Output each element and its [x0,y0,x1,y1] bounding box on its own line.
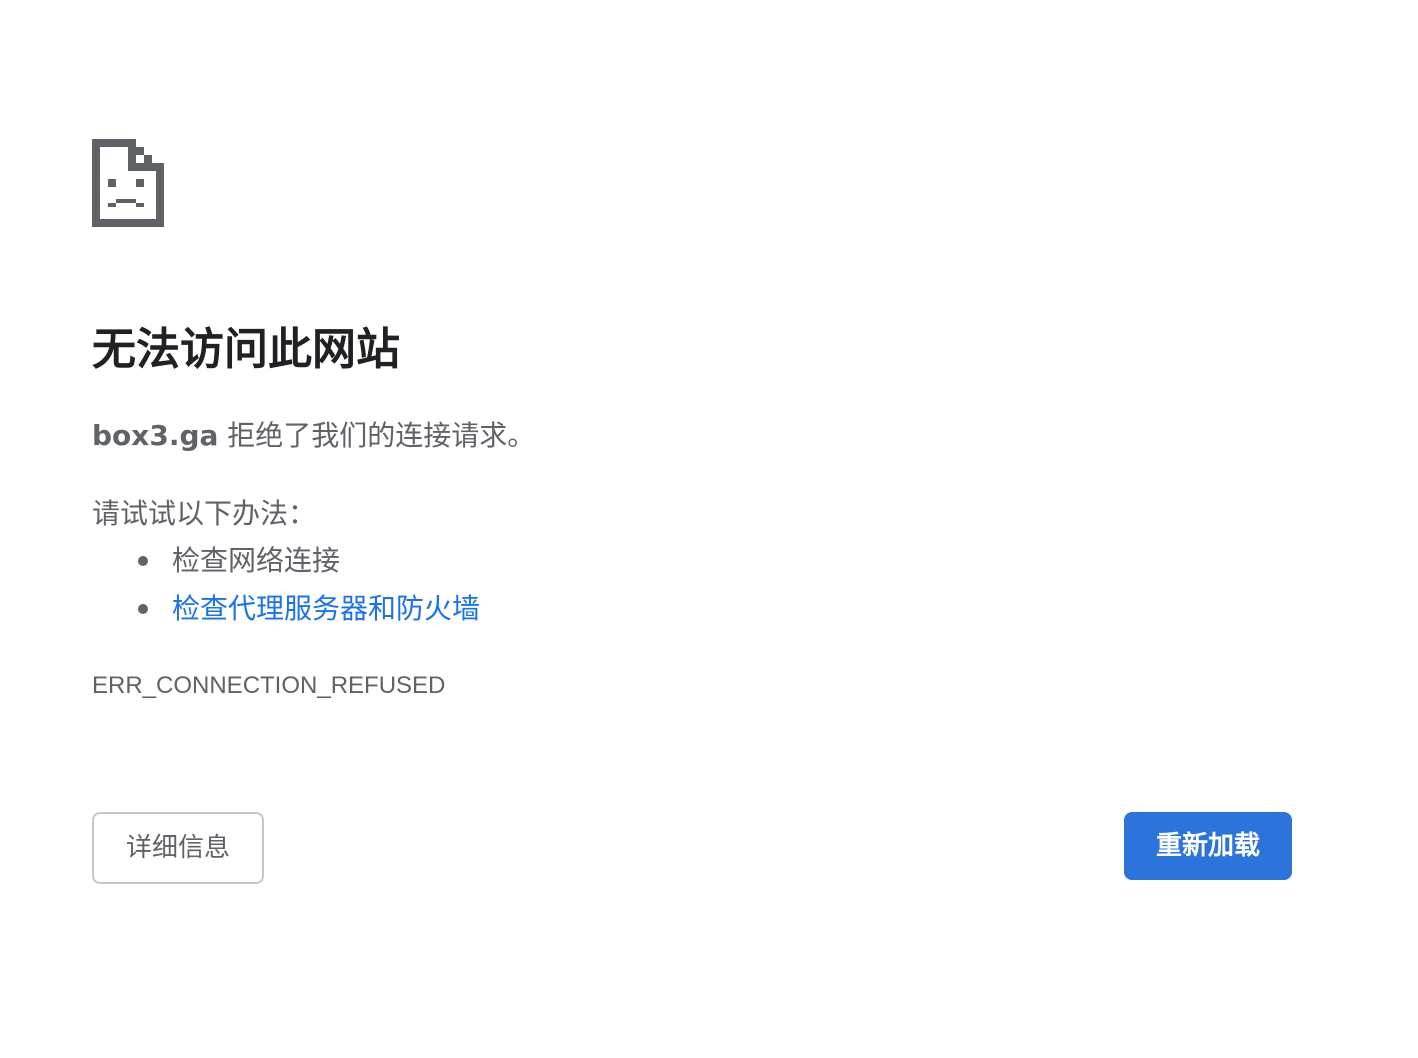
error-code: ERR_CONNECTION_REFUSED [92,672,446,699]
host-name: box3.ga [92,419,219,452]
suggestion-check-proxy-firewall: 检查代理服务器和防火墙 [92,588,480,636]
suggestion-label: 检查网络连接 [172,544,341,577]
suggestion-check-connection: 检查网络连接 [92,540,480,588]
sad-page-icon [92,139,164,227]
page-title: 无法访问此网站 [92,324,400,375]
reload-button[interactable]: 重新加载 [1124,812,1292,880]
details-button[interactable]: 详细信息 [92,812,264,884]
check-proxy-firewall-link[interactable]: 检查代理服务器和防火墙 [172,592,480,625]
bullet-icon [138,604,148,614]
suggestions-heading: 请试试以下办法： [92,497,317,530]
bullet-icon [138,556,148,566]
suggestions-list: 检查网络连接 检查代理服务器和防火墙 [92,540,480,636]
error-summary: box3.ga 拒绝了我们的连接请求。 [92,416,535,456]
error-message: 拒绝了我们的连接请求。 [218,419,536,452]
